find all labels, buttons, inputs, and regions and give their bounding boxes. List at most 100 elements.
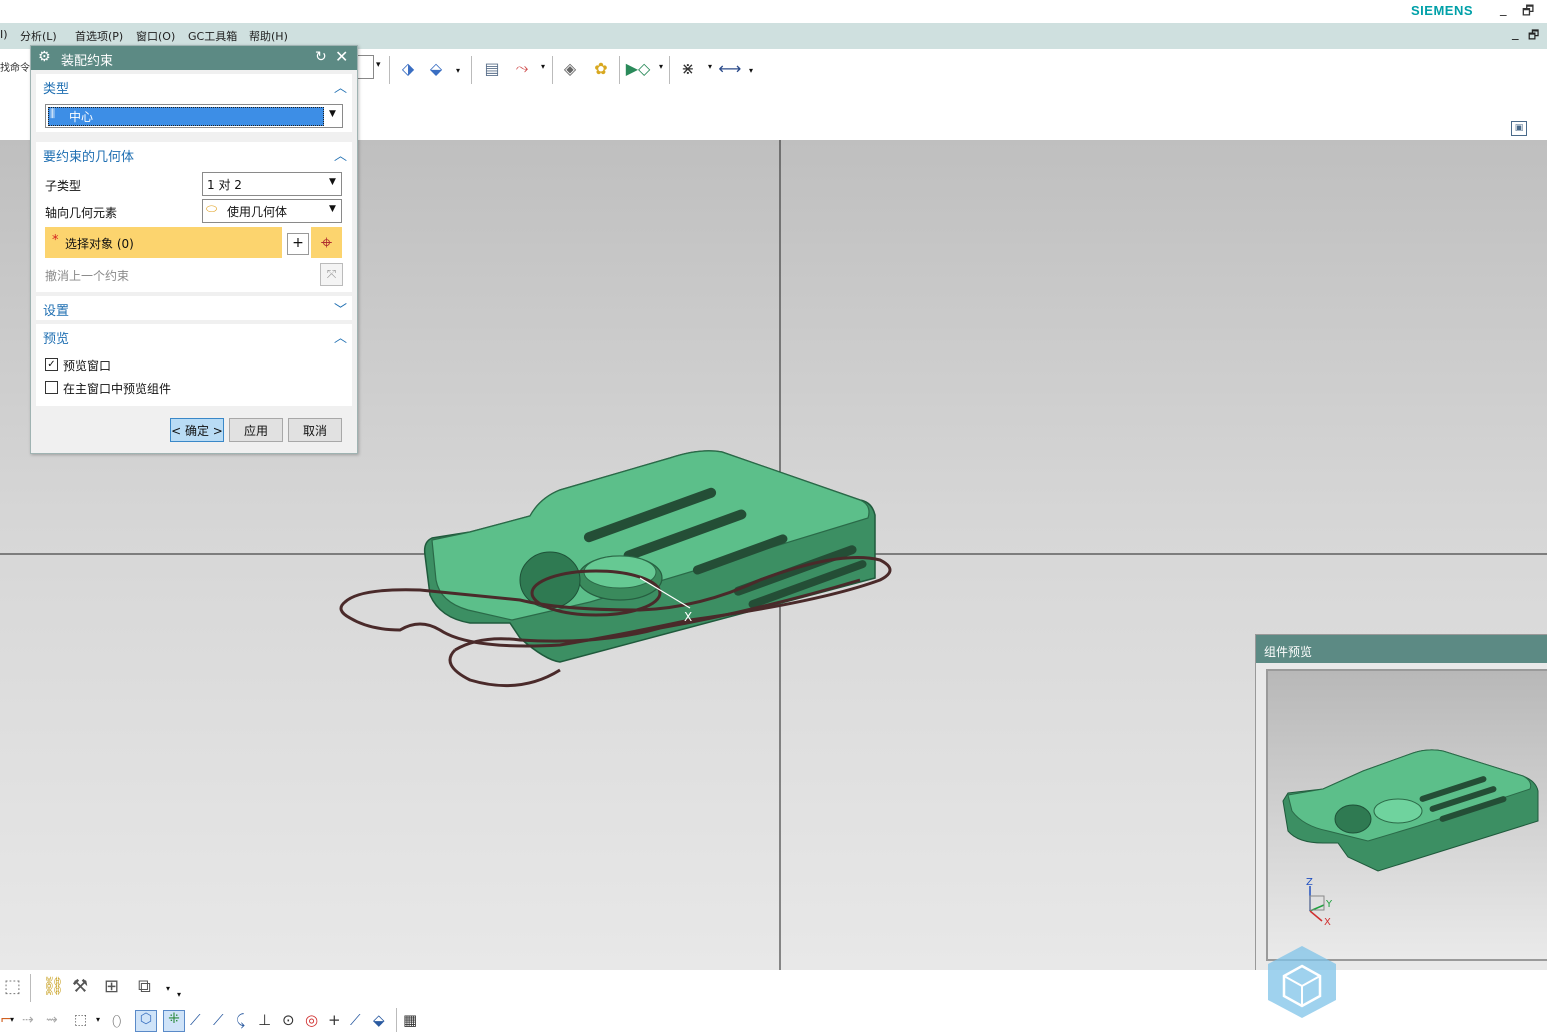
settings-section-header[interactable]: 设置 — [43, 300, 69, 319]
drag-icon[interactable]: ⚒ — [72, 976, 88, 997]
snap-icon[interactable]: ⇢ — [22, 1012, 34, 1028]
preview-window-checkbox[interactable]: ✓ — [45, 358, 58, 371]
geometry-section-header[interactable]: 要约束的几何体 — [43, 146, 134, 165]
siemens-logo: SIEMENS — [1410, 3, 1473, 18]
exploded-view-icon[interactable]: ▤ — [480, 56, 504, 80]
close-icon[interactable]: ✕ — [335, 47, 348, 66]
subtype-dropdown[interactable]: 1 对 2 ▼ — [202, 172, 342, 196]
chevron-down-icon[interactable]: ▾ — [96, 1015, 100, 1024]
assembly-constraint-icon[interactable]: ⬙ — [424, 56, 448, 80]
constraint-link-icon[interactable]: ⛓ — [42, 976, 65, 997]
chevron-down-icon[interactable]: ﹀ — [334, 299, 347, 318]
chevron-up-icon[interactable]: ︿ — [334, 145, 347, 164]
reference-set-icon[interactable]: ⧉ — [138, 976, 151, 997]
quadrant-icon[interactable]: ◎ — [305, 1011, 318, 1029]
menu-item-window[interactable]: 窗口(O) — [136, 28, 175, 44]
title-bar — [0, 0, 1547, 23]
menu-item-partial[interactable]: I) — [0, 28, 8, 41]
apply-button[interactable]: 应用 — [229, 418, 283, 442]
type-section-header[interactable]: 类型 — [43, 78, 69, 97]
dialog-title-bar[interactable]: ⚙ 装配约束 ↻ ✕ — [31, 46, 357, 70]
chevron-down-icon[interactable]: ▾ — [177, 990, 181, 999]
preview-section: 预览 ︿ ✓ 预览窗口 在主窗口中预览组件 — [36, 324, 352, 406]
chevron-down-icon[interactable]: ▾ — [541, 62, 545, 71]
midpoint-icon[interactable]: ⟋ — [213, 1011, 224, 1029]
undo-constraint-icon[interactable]: ⤧ — [320, 263, 343, 286]
arc-center-icon[interactable]: ⊙ — [282, 1011, 295, 1029]
doc-minimize-button[interactable]: _ — [1512, 26, 1519, 41]
add-new-set-icon[interactable]: + — [287, 233, 309, 255]
geometry-section: 要约束的几何体 ︿ 子类型 1 对 2 ▼ 轴向几何元素 ⬭ 使用几何体 ▼ *… — [36, 142, 352, 292]
sequence-icon[interactable]: ⤳ — [510, 56, 534, 80]
preview-in-main-checkbox[interactable] — [45, 381, 58, 394]
toolbar-separator — [669, 56, 670, 84]
point-on-face-icon[interactable]: ⬙ — [373, 1011, 385, 1029]
selection-box-icon[interactable]: ⬚ — [74, 1012, 87, 1028]
chevron-down-icon[interactable]: ▼ — [329, 204, 336, 214]
preview-title: 组件预览 — [1264, 645, 1313, 659]
menu-item-preferences[interactable]: 首选项(P) — [75, 28, 123, 44]
control-point-icon[interactable]: ⤹ — [236, 1011, 245, 1029]
preview-scene: Z Y X — [1282, 749, 1539, 928]
preview-canvas[interactable]: Z Y X — [1266, 669, 1547, 961]
chevron-down-icon[interactable]: ▾ — [10, 1015, 14, 1024]
select-object-row[interactable]: * 选择对象 (0) — [45, 227, 282, 258]
subtype-value: 1 对 2 — [207, 178, 242, 192]
endpoint-icon[interactable]: ⟋ — [190, 1011, 201, 1029]
chevron-down-icon[interactable]: ▼ — [329, 177, 336, 187]
existing-point-icon[interactable]: + — [328, 1011, 341, 1029]
preview-section-header[interactable]: 预览 — [43, 328, 69, 347]
axial-geometry-label: 轴向几何元素 — [45, 206, 118, 220]
interference-check-icon[interactable]: ✿ — [589, 56, 613, 80]
chevron-down-icon[interactable]: ▼ — [329, 109, 336, 119]
grid-icon[interactable]: ▦ — [403, 1011, 417, 1029]
reset-icon[interactable]: ↻ — [315, 49, 327, 65]
triad-x-label: X — [1324, 917, 1331, 928]
axial-geometry-dropdown[interactable]: ⬭ 使用几何体 ▼ — [202, 199, 342, 223]
fit-view-icon[interactable]: ▣ — [1511, 121, 1527, 136]
mirror-assembly-icon[interactable]: ▶◇ — [626, 56, 651, 80]
dialog-title: 装配约束 — [61, 54, 114, 69]
toolbar-dropdown-box[interactable] — [356, 55, 374, 79]
tray-part: X — [339, 450, 892, 688]
menu-item-gc-toolbox[interactable]: GC工具箱 — [188, 28, 237, 44]
type-selected-value: 中心 — [69, 110, 94, 124]
snap-point-icon[interactable]: ⁜ — [163, 1010, 185, 1032]
menu-item-help[interactable]: 帮助(H) — [249, 28, 288, 44]
body-select-icon[interactable]: ⬯ — [112, 1012, 121, 1030]
doc-restore-button[interactable]: 🗗 — [1528, 26, 1539, 47]
axis-triad: Z Y X — [1306, 877, 1333, 928]
crosshair-select-icon[interactable]: ⌖ — [311, 227, 342, 258]
wave-geometry-icon[interactable]: ◈ — [558, 56, 582, 80]
snap-alt-icon[interactable]: ⇝ — [46, 1012, 58, 1028]
preview-title-bar[interactable]: 组件预览 — [1256, 635, 1547, 663]
ok-button[interactable]: < 确定 > — [170, 418, 224, 442]
move-component-icon[interactable]: ⬗ — [396, 56, 420, 80]
intersection-icon[interactable]: ⊥ — [258, 1011, 271, 1029]
triad-y-label: Y — [1325, 899, 1333, 910]
gear-icon: ⚙ — [38, 49, 51, 65]
minimize-button[interactable]: _ — [1500, 2, 1507, 17]
find-command-input[interactable]: 找命令 — [0, 59, 30, 74]
chevron-down-icon[interactable]: ▾ — [708, 62, 712, 71]
restore-button[interactable]: 🗗 — [1522, 2, 1534, 24]
point-on-curve-icon[interactable]: ⟋ — [350, 1011, 361, 1029]
chevron-down-icon[interactable]: ▾ — [659, 62, 663, 71]
measure-distance-icon[interactable]: ⟷ — [718, 56, 742, 80]
chevron-down-icon[interactable]: ▾ — [166, 984, 170, 993]
component-preview-window: 组件预览 Z Y X — [1255, 634, 1547, 972]
assembly-nav-icon[interactable]: ⊞ — [104, 976, 119, 997]
routing-icon[interactable]: ⋇ — [676, 56, 700, 80]
chevron-up-icon[interactable]: ︿ — [334, 77, 347, 96]
chevron-down-icon[interactable]: ▾ — [456, 66, 460, 75]
chevron-down-icon[interactable]: ▾ — [376, 60, 381, 70]
cancel-button[interactable]: 取消 — [288, 418, 342, 442]
type-dropdown[interactable]: ⫼ 中心 ▼ — [45, 104, 343, 128]
menu-item-analysis[interactable]: 分析(L) — [20, 28, 57, 44]
face-select-icon[interactable]: ⬡ — [135, 1010, 157, 1032]
component-icon[interactable]: ⬚ — [4, 976, 21, 997]
type-section: 类型 ︿ ⫼ 中心 ▼ — [36, 74, 352, 132]
preview-tray — [1282, 749, 1539, 872]
chevron-up-icon[interactable]: ︿ — [334, 327, 347, 346]
chevron-down-icon[interactable]: ▾ — [749, 66, 753, 75]
